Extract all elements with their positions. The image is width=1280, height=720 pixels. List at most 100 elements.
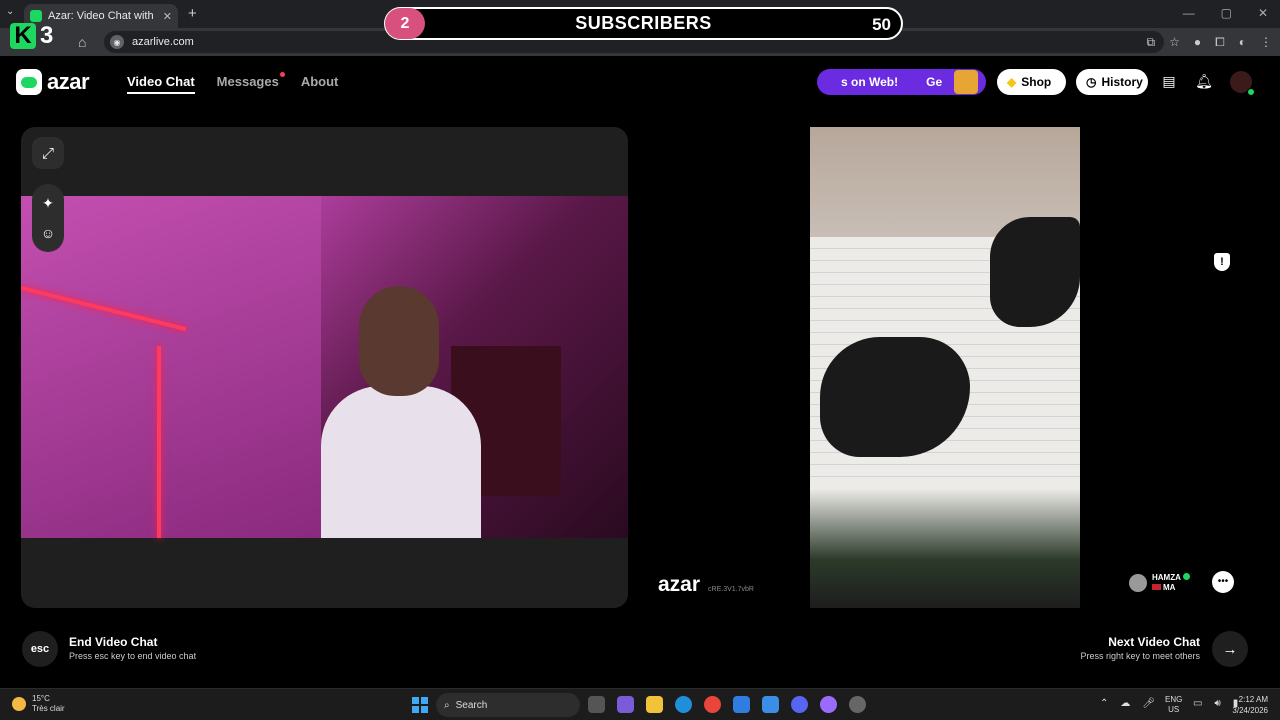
promo-banner[interactable]: s on Web! Ge bbox=[817, 69, 986, 95]
nav-video-chat[interactable]: Video Chat bbox=[127, 74, 195, 94]
azar-wordmark: azar bbox=[47, 69, 90, 94]
inbox-icon[interactable]: ▤ bbox=[1160, 73, 1178, 91]
nav-about[interactable]: About bbox=[301, 74, 339, 94]
partner-camera-feed bbox=[810, 127, 1080, 608]
video-tools: ⤢ bbox=[32, 137, 64, 185]
history-button[interactable]: ◷ History bbox=[1076, 69, 1148, 95]
microphone-icon[interactable]: 🎤︎ bbox=[1142, 698, 1155, 709]
network-icon[interactable]: ▭ bbox=[1193, 698, 1202, 709]
extension-icon[interactable]: ● bbox=[1194, 35, 1201, 50]
tray-app-icon[interactable]: ☁ bbox=[1120, 698, 1130, 709]
settings-icon[interactable] bbox=[849, 696, 866, 713]
partner-video-panel: azar cRE.3V1.7vbR HAMZA MA ••• bbox=[644, 127, 1246, 608]
cast-icon[interactable]: ⧉ bbox=[1147, 35, 1156, 50]
verified-icon bbox=[1182, 573, 1190, 580]
maximize-icon[interactable]: ▢ bbox=[1221, 6, 1232, 20]
end-chat-button[interactable]: esc bbox=[22, 631, 58, 667]
video-stage: ⤢ ✦ ☺ azar cRE.3V1.7vbR HAMZA MA ••• ! e… bbox=[0, 108, 1280, 688]
azar-logo-icon bbox=[16, 69, 42, 95]
system-clock[interactable]: 2:12 AM 3/24/2026 bbox=[1232, 694, 1268, 716]
subscriber-goal: 50 bbox=[872, 15, 891, 34]
clock-date: 3/24/2026 bbox=[1232, 706, 1268, 715]
extension-icons: ⧉ ☆ ● ⧠ ◐ ⋮ bbox=[1147, 35, 1272, 50]
k-logo-icon: K bbox=[10, 22, 36, 49]
close-window-icon[interactable]: ✕ bbox=[1258, 6, 1268, 20]
browser-menu-icon[interactable]: ⋮ bbox=[1260, 35, 1272, 50]
bookmark-star-icon[interactable]: ☆ bbox=[1169, 35, 1180, 50]
azar-favicon bbox=[30, 10, 42, 22]
weather-condition: Très clair bbox=[32, 704, 65, 713]
windows-start-icon[interactable] bbox=[412, 697, 428, 713]
partner-profile[interactable]: HAMZA MA bbox=[1129, 573, 1190, 593]
system-tray: ⌃ ☁ 🎤︎ bbox=[1100, 698, 1155, 709]
file-explorer-icon[interactable] bbox=[646, 696, 663, 713]
nav-messages-label: Messages bbox=[216, 74, 279, 89]
subscriber-count: 2 bbox=[385, 8, 425, 39]
watermark-id: cRE.3V1.7vbR bbox=[708, 586, 754, 593]
profile-icon[interactable]: ◐ bbox=[1239, 35, 1246, 50]
subscriber-label: SUBSCRIBERS bbox=[575, 13, 712, 33]
online-indicator bbox=[1247, 88, 1255, 96]
face-filter-icon[interactable]: ☺ bbox=[32, 218, 64, 248]
tab-title: Azar: Video Chat with New bbox=[48, 10, 157, 22]
end-chat-hint: Press esc key to end video chat bbox=[69, 651, 197, 661]
chrome-icon[interactable] bbox=[704, 696, 721, 713]
channel-logo: K 3 bbox=[10, 22, 68, 50]
volume-icon[interactable]: 🔊︎ bbox=[1214, 698, 1220, 709]
copilot-icon[interactable] bbox=[617, 696, 634, 713]
promo-cta: Ge bbox=[926, 75, 943, 89]
next-chat-arrow-icon[interactable]: → bbox=[1212, 631, 1248, 667]
gem-icon: ◆ bbox=[1007, 75, 1017, 89]
main-nav: Video Chat Messages About bbox=[127, 72, 339, 94]
report-shield-icon[interactable]: ! bbox=[1214, 253, 1230, 271]
taskbar-search-label: Search bbox=[455, 699, 488, 711]
chat-bubble-icon[interactable]: ••• bbox=[1212, 571, 1234, 593]
new-tab-icon[interactable]: + bbox=[188, 5, 197, 22]
store-icon[interactable] bbox=[762, 696, 779, 713]
app-header: azar Video Chat Messages About s on Web!… bbox=[0, 56, 1280, 108]
shop-button[interactable]: ◆ Shop bbox=[997, 69, 1066, 95]
clock-icon: ◷ bbox=[1086, 75, 1097, 89]
window-controls: — ▢ ✕ bbox=[1183, 6, 1268, 20]
nav-messages[interactable]: Messages bbox=[216, 72, 285, 94]
discord-icon[interactable] bbox=[791, 696, 808, 713]
language-code: ENG bbox=[1165, 695, 1183, 704]
effects-toolbar: ✦ ☺ bbox=[32, 184, 64, 252]
magic-wand-icon[interactable]: ✦ bbox=[32, 188, 64, 218]
close-tab-icon[interactable]: ✕ bbox=[163, 10, 172, 23]
channel-logo-number: 3 bbox=[40, 22, 54, 49]
site-info-icon[interactable]: ◉ bbox=[110, 35, 124, 49]
promo-text: s on Web! bbox=[841, 75, 899, 89]
minimize-icon[interactable]: — bbox=[1183, 6, 1195, 20]
weather-widget[interactable]: 15°C Très clair bbox=[12, 694, 65, 714]
taskbar-apps bbox=[588, 696, 866, 713]
watermark-logo: azar bbox=[658, 573, 701, 596]
clock-time: 2:12 AM bbox=[1238, 695, 1268, 704]
expand-icon[interactable]: ⤢ bbox=[32, 137, 64, 169]
url-text: azarlive.com bbox=[132, 36, 194, 48]
next-chat-hint: Press right key to meet others bbox=[1080, 651, 1200, 661]
shop-label: Shop bbox=[1021, 75, 1052, 89]
end-chat-title: End Video Chat bbox=[69, 635, 158, 649]
extensions-puzzle-icon[interactable]: ⧠ bbox=[1215, 35, 1225, 50]
taskbar-search[interactable]: ⌕ Search bbox=[436, 693, 580, 717]
azar-logo[interactable]: azar bbox=[16, 69, 90, 95]
my-camera-feed bbox=[21, 196, 628, 538]
partner-country: MA bbox=[1163, 583, 1176, 592]
mail-icon[interactable] bbox=[733, 696, 750, 713]
home-icon[interactable]: ⌂ bbox=[78, 34, 86, 50]
app-icon[interactable] bbox=[820, 696, 837, 713]
search-icon: ⌕ bbox=[444, 699, 450, 711]
bell-icon[interactable]: 🔔︎ bbox=[1195, 73, 1213, 91]
task-view-icon[interactable] bbox=[588, 696, 605, 713]
history-label: History bbox=[1101, 75, 1143, 89]
user-avatar[interactable] bbox=[1230, 71, 1255, 96]
tray-chevron-icon[interactable]: ⌃ bbox=[1100, 698, 1108, 709]
my-video-panel: ⤢ ✦ ☺ bbox=[21, 127, 628, 608]
edge-icon[interactable] bbox=[675, 696, 692, 713]
tab-search-icon[interactable]: ⌄ bbox=[6, 6, 14, 17]
temperature: 15°C bbox=[32, 694, 50, 703]
unread-dot bbox=[279, 72, 285, 77]
language-indicator[interactable]: ENG US bbox=[1165, 695, 1182, 715]
weather-icon bbox=[12, 697, 26, 711]
